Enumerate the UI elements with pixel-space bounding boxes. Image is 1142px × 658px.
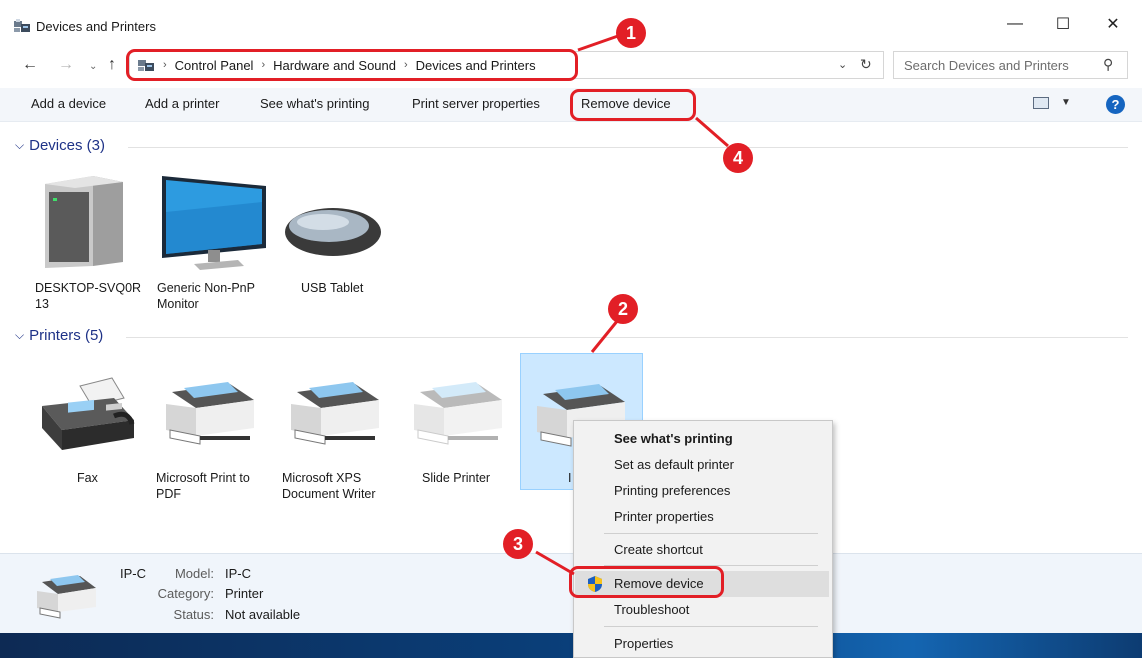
callout-box-remove-device-menu — [569, 566, 724, 598]
monitor-icon — [162, 176, 266, 270]
group-divider — [128, 147, 1128, 148]
devices-group-label: Devices (3) — [29, 137, 105, 154]
printer-label: Slide Printer — [422, 471, 491, 485]
model-value: IP-C — [225, 566, 251, 581]
minimize-button[interactable]: — — [992, 8, 1038, 40]
back-arrow-icon[interactable]: ← — [22, 56, 38, 74]
forward-arrow-icon[interactable]: → — [58, 56, 74, 74]
printer-fax[interactable] — [36, 376, 136, 459]
view-options-chevron-icon[interactable]: ▼ — [1061, 97, 1071, 108]
device-desktop[interactable] — [33, 172, 123, 275]
menu-item-properties[interactable]: Properties — [614, 636, 673, 651]
callout-badge-2: 2 — [608, 294, 638, 324]
device-label: DESKTOP-SVQ0R 13 — [35, 281, 142, 311]
context-menu: See what's printing Set as default print… — [573, 420, 833, 658]
menu-item-create-shortcut[interactable]: Create shortcut — [614, 542, 703, 557]
callout-badge-4: 4 — [723, 143, 753, 173]
callout-box-address — [126, 49, 578, 81]
menu-item-see-whats-printing[interactable]: See what's printing — [614, 431, 733, 446]
window-title: Devices and Printers — [36, 19, 156, 34]
callout-box-remove-device-toolbar — [570, 89, 696, 121]
collapse-chevron-icon: ⌵ — [15, 138, 25, 152]
desktop-background-strip — [0, 633, 1142, 658]
printer-label: Fax — [77, 471, 98, 485]
model-key: Model: — [174, 566, 214, 581]
callout-badge-1: 1 — [616, 18, 646, 48]
printer-microsoft-print-to-pdf[interactable] — [158, 378, 258, 451]
up-arrow-icon[interactable]: ↑ — [108, 56, 116, 74]
device-label: Generic Non-PnP Monitor — [157, 281, 255, 311]
printer-icon — [166, 382, 254, 445]
group-divider — [126, 337, 1128, 338]
printer-label: Microsoft Print to PDF — [156, 471, 250, 501]
help-icon[interactable]: ? — [1106, 95, 1125, 114]
title-bar — [0, 0, 1142, 46]
menu-separator — [604, 626, 818, 627]
menu-separator — [604, 533, 818, 534]
printers-group-label: Printers (5) — [29, 327, 104, 344]
category-key: Category: — [157, 586, 214, 601]
printer-slide-printer[interactable] — [406, 378, 506, 451]
printer-icon — [414, 382, 502, 445]
collapse-chevron-icon: ⌵ — [15, 328, 25, 342]
menu-item-printer-properties[interactable]: Printer properties — [614, 509, 714, 524]
printer-microsoft-xps[interactable] — [283, 378, 383, 451]
print-server-properties-button[interactable]: Print server properties — [412, 96, 540, 111]
printers-group-header[interactable]: ⌵ Printers (5) — [15, 327, 103, 344]
search-input[interactable]: Search Devices and Printers — [904, 58, 1069, 73]
device-usb-tablet[interactable] — [283, 200, 383, 265]
desktop-tower-icon — [45, 176, 123, 268]
printer-label: Microsoft XPS Document Writer — [282, 471, 376, 501]
device-monitor[interactable] — [158, 172, 270, 275]
printer-icon — [291, 382, 379, 445]
selected-printer-icon — [32, 572, 100, 623]
maximize-button[interactable]: ☐ — [1040, 8, 1086, 40]
menu-item-troubleshoot[interactable]: Troubleshoot — [614, 602, 689, 617]
view-options-icon[interactable] — [1033, 97, 1049, 109]
menu-item-printing-preferences[interactable]: Printing preferences — [614, 483, 730, 498]
address-dropdown-chevron-icon[interactable]: ⌄ — [838, 58, 847, 71]
category-value: Printer — [225, 586, 264, 601]
devices-group-header[interactable]: ⌵ Devices (3) — [15, 137, 105, 154]
callout-badge-3: 3 — [503, 529, 533, 559]
search-icon[interactable]: ⚲ — [1103, 56, 1113, 73]
menu-item-set-default[interactable]: Set as default printer — [614, 457, 734, 472]
refresh-icon[interactable]: ↻ — [860, 56, 872, 73]
close-button[interactable]: ✕ — [1090, 8, 1136, 40]
add-device-button[interactable]: Add a device — [31, 96, 106, 111]
status-value: Not available — [225, 607, 301, 622]
see-whats-printing-button[interactable]: See what's printing — [260, 96, 369, 111]
device-label: USB Tablet — [301, 281, 364, 295]
mouse-icon — [285, 208, 381, 256]
status-key: Status: — [173, 607, 214, 622]
fax-icon — [42, 377, 135, 450]
devices-printers-app-icon — [13, 18, 31, 34]
add-printer-button[interactable]: Add a printer — [145, 96, 219, 111]
recent-locations-chevron-icon[interactable]: ⌄ — [89, 61, 97, 72]
selected-device-name: IP-C — [120, 566, 146, 581]
